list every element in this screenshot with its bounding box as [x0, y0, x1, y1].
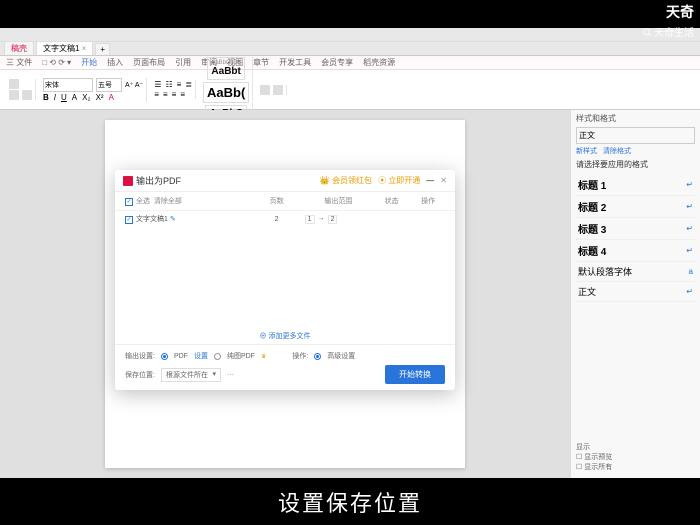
- list-bullet-icon[interactable]: ☰: [154, 80, 161, 89]
- new-style-link[interactable]: 新样式: [576, 146, 597, 156]
- window-title-bar: [0, 28, 700, 42]
- dialog-title: 输出为PDF: [136, 174, 181, 187]
- save-location-dropdown[interactable]: 根源文件所在▾: [161, 368, 221, 382]
- tab-add[interactable]: +: [95, 43, 110, 55]
- pdf-icon: [123, 176, 133, 186]
- menu-dev[interactable]: 开发工具: [279, 57, 311, 68]
- styles-panel: 样式和格式 正文 新样式 清除格式 请选择要应用的格式 标题 1↵ 标题 2↵ …: [570, 110, 700, 478]
- menu-ref[interactable]: 引用: [175, 57, 191, 68]
- style-item[interactable]: 标题 4↵: [576, 240, 695, 262]
- page-range[interactable]: 1→2: [305, 215, 372, 224]
- watermark-brand-top: 天奇: [666, 2, 694, 22]
- menu-layout[interactable]: 页面布局: [133, 57, 165, 68]
- start-convert-button[interactable]: 开始转换: [385, 365, 445, 384]
- menu-extra[interactable]: 稻壳资源: [363, 57, 395, 68]
- replace-icon[interactable]: [273, 85, 283, 95]
- menu-insert[interactable]: 插入: [107, 57, 123, 68]
- help-link[interactable]: 👑 会员领红包: [320, 175, 372, 186]
- underline-button[interactable]: U: [61, 93, 67, 102]
- cut-icon[interactable]: [9, 90, 19, 100]
- style-item[interactable]: 标题 2↵: [576, 196, 695, 218]
- document-canvas[interactable]: 大道至 输出为PDF 👑 会员领红包 ⦿ 立即开通 — ✕ ✓全选 清除全部 页…: [0, 110, 570, 478]
- list-number-icon[interactable]: ☷: [165, 80, 172, 89]
- style-item[interactable]: 标题 3↵: [576, 218, 695, 240]
- show-preview[interactable]: ☐ 显示预览: [576, 452, 612, 462]
- ribbon: 宋体 五号 A⁺ A⁻ B I U A X₂ X² A ☰ ☷ ≡ ≣: [0, 70, 700, 110]
- tab-document[interactable]: 文字文稿1 ×: [36, 41, 93, 55]
- video-subtitle: 设置保存位置: [278, 486, 422, 518]
- menu-bar: 三 文件 □ ⟲ ⟳ ▾ 开始 插入 页面布局 引用 审阅 视图 章节 开发工具…: [0, 56, 700, 70]
- watermark-brand-full: 天奇生活: [642, 24, 694, 39]
- align-left-icon[interactable]: ≡: [154, 90, 159, 99]
- file-checkbox[interactable]: ✓: [125, 216, 133, 224]
- document-tabs: 稿壳 文字文稿1 × +: [0, 42, 700, 56]
- paste-icon[interactable]: [9, 79, 19, 89]
- settings-link[interactable]: 设置: [194, 351, 208, 361]
- menu-section[interactable]: 章节: [253, 57, 269, 68]
- select-all-checkbox[interactable]: ✓: [125, 198, 133, 206]
- export-pdf-dialog: 输出为PDF 👑 会员领红包 ⦿ 立即开通 — ✕ ✓全选 清除全部 页数 输出…: [115, 170, 455, 390]
- radio-advanced[interactable]: [314, 353, 321, 360]
- menu-start[interactable]: 开始: [81, 57, 97, 68]
- vip-link[interactable]: ⦿ 立即开通: [378, 175, 420, 186]
- find-icon[interactable]: [260, 85, 270, 95]
- file-row: ✓文字文稿1 ✎ 2 1→2: [115, 211, 455, 227]
- italic-button[interactable]: I: [54, 93, 56, 102]
- style-item[interactable]: 标题 1↵: [576, 174, 695, 196]
- font-size-select[interactable]: 五号: [96, 78, 122, 92]
- font-name-select[interactable]: 宋体: [43, 78, 93, 92]
- browse-icon[interactable]: ⋯: [227, 371, 234, 379]
- show-all[interactable]: ☐ 显示所有: [576, 462, 612, 472]
- close-icon[interactable]: ✕: [440, 176, 447, 185]
- style-item[interactable]: 默认段落字体a: [576, 262, 695, 282]
- current-style[interactable]: 正文: [576, 127, 695, 144]
- menu-vip[interactable]: 会员专享: [321, 57, 353, 68]
- menu-file[interactable]: 三 文件: [6, 57, 32, 68]
- radio-pdf[interactable]: [161, 353, 168, 360]
- style-item[interactable]: 正文↵: [576, 282, 695, 302]
- radio-image-pdf[interactable]: [214, 353, 221, 360]
- clear-format-link[interactable]: 清除格式: [603, 146, 631, 156]
- add-files-link[interactable]: ⊕ 添加更多文件: [115, 328, 455, 344]
- tab-home[interactable]: 稿壳: [4, 41, 34, 55]
- format-painter-icon[interactable]: [22, 90, 32, 100]
- bold-button[interactable]: B: [43, 93, 49, 102]
